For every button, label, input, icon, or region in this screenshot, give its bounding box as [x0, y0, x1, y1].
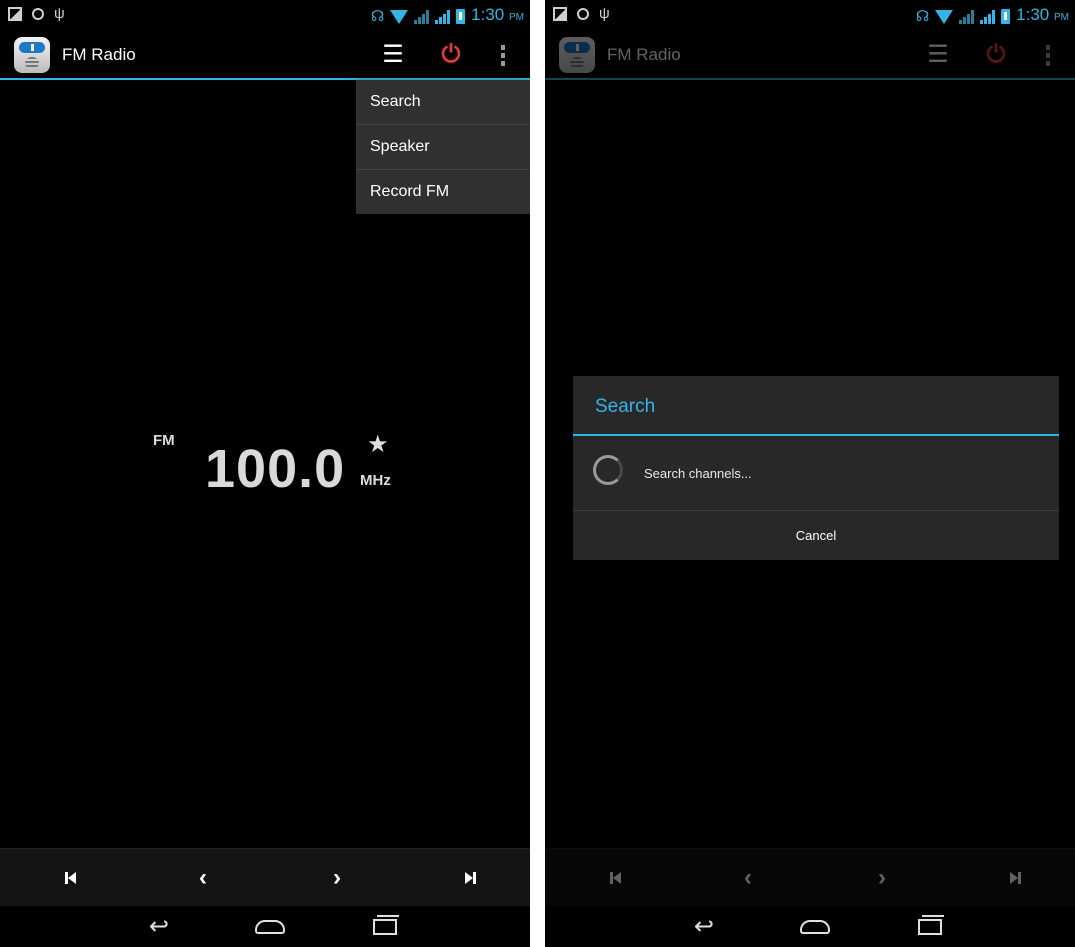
circle-icon	[577, 8, 589, 20]
frequency-value: 100.0	[205, 439, 346, 499]
status-bar: ψ ☊ 1:30 PM	[0, 0, 530, 32]
left-screen: ψ ☊ 1:30 PM FM Radio ☰ ⏻ FM 100.0 ★ MHz	[0, 0, 530, 947]
next-station-button[interactable]	[450, 863, 490, 893]
app-title: FM Radio	[62, 45, 136, 64]
home-button[interactable]	[250, 914, 290, 940]
right-screen: ψ ☊ 1:30 PM FM Radio ☰ ⏻ ‹	[545, 0, 1075, 947]
tune-down-icon: ‹	[199, 864, 207, 891]
band-label: FM	[153, 432, 175, 449]
back-button[interactable]: ↩	[139, 914, 179, 940]
home-icon	[800, 920, 830, 934]
signal-icon	[959, 9, 975, 24]
loading-spinner-icon	[593, 455, 623, 485]
playback-controls: ‹ ›	[0, 848, 530, 907]
search-dialog: Search Search channels... Cancel	[573, 376, 1059, 560]
signal-icon	[435, 9, 451, 24]
recent-apps-button[interactable]	[365, 914, 405, 940]
dialog-message: Search channels...	[644, 466, 752, 481]
battery-icon	[456, 9, 466, 24]
home-button[interactable]	[795, 914, 835, 940]
back-icon: ↩	[693, 913, 715, 940]
star-icon[interactable]: ★	[367, 430, 389, 459]
prev-station-icon	[64, 872, 76, 884]
home-icon	[255, 920, 285, 934]
cancel-button[interactable]: Cancel	[573, 511, 1059, 560]
tune-up-icon: ›	[333, 864, 341, 891]
menu-item-speaker[interactable]: Speaker	[356, 125, 530, 170]
back-button[interactable]: ↩	[684, 914, 724, 940]
channel-list-button[interactable]: ☰	[376, 40, 410, 70]
action-bar: FM Radio ☰ ⏻	[0, 32, 530, 80]
unit-label: MHz	[360, 472, 391, 489]
headset-icon: ☊	[370, 7, 385, 25]
clock: 1:30 PM	[471, 5, 524, 24]
status-bar: ψ ☊ 1:30 PM	[545, 0, 1075, 32]
recent-apps-icon	[373, 915, 399, 935]
overflow-menu: Search Speaker Record FM	[356, 80, 530, 214]
navigation-bar: ↩	[0, 906, 530, 947]
overflow-menu-button[interactable]	[486, 40, 520, 70]
back-icon: ↩	[148, 913, 170, 940]
next-station-icon	[464, 872, 476, 884]
power-button[interactable]: ⏻	[434, 40, 468, 70]
clock: 1:30 PM	[1016, 5, 1069, 24]
dialog-divider	[573, 434, 1059, 436]
tune-down-button[interactable]: ‹	[183, 863, 223, 893]
fm-radio-app-icon[interactable]	[14, 37, 50, 73]
power-icon: ⏻	[441, 41, 461, 68]
tune-up-button[interactable]: ›	[317, 863, 357, 893]
usb-icon: ψ	[54, 5, 65, 22]
usb-icon: ψ	[599, 5, 610, 22]
channel-list-icon: ☰	[382, 41, 404, 68]
menu-item-search[interactable]: Search	[356, 80, 530, 125]
headset-icon: ☊	[915, 7, 930, 25]
overflow-menu-icon	[501, 44, 505, 66]
signal-icon	[414, 9, 430, 24]
menu-item-record-fm[interactable]: Record FM	[356, 170, 530, 214]
wifi-icon	[390, 9, 409, 24]
signal-icon	[980, 9, 996, 24]
recent-apps-icon	[918, 915, 944, 935]
wifi-icon	[935, 9, 954, 24]
gallery-icon	[553, 7, 567, 21]
dialog-title: Search	[595, 396, 656, 417]
navigation-bar: ↩	[545, 906, 1075, 947]
battery-icon	[1001, 9, 1011, 24]
gallery-icon	[8, 7, 22, 21]
recent-apps-button[interactable]	[910, 914, 950, 940]
circle-icon	[32, 8, 44, 20]
prev-station-button[interactable]	[50, 863, 90, 893]
